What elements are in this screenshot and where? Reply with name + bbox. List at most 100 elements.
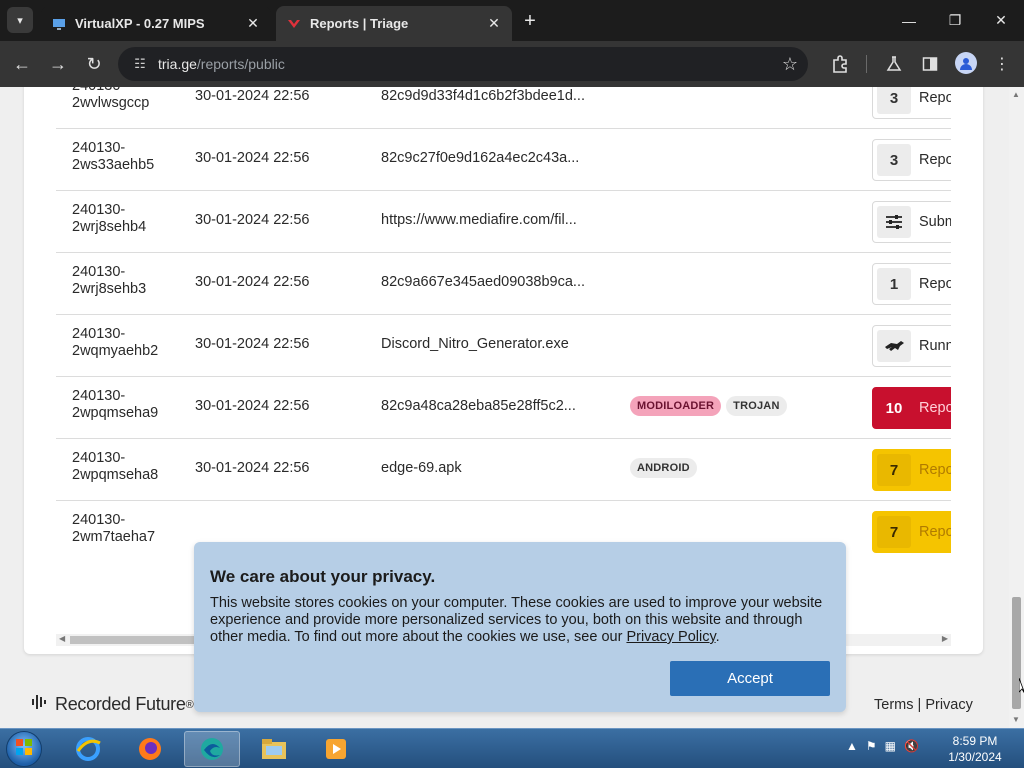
table-row[interactable]: 240130-2wvlwsgccp 30-01-2024 22:56 82c9d… — [56, 87, 951, 129]
prev-page-arrow-icon[interactable]: ← — [888, 649, 908, 654]
tab-search-button[interactable]: ▾ — [7, 7, 33, 33]
privacy-link[interactable]: Privacy — [925, 697, 973, 713]
report-target[interactable]: 82c9c27f0e9d162a4ec2c43a... — [381, 150, 579, 166]
table-row[interactable]: 240130- 2wrj8sehb3 30-01-2024 22:56 82c9a… — [56, 253, 951, 315]
close-window-icon[interactable]: ✕ — [978, 0, 1024, 41]
tab-triage[interactable]: Reports | Triage ✕ — [276, 6, 512, 41]
url-text: tria.ge/reports/public — [158, 56, 285, 72]
media-player-icon[interactable] — [308, 731, 364, 767]
status-label: Repo — [919, 524, 951, 540]
recorded-future-logo[interactable]: Recorded Future ® — [31, 693, 194, 716]
status-button[interactable]: 1 Repo — [872, 263, 951, 305]
score-badge: 7 — [877, 516, 911, 548]
status-button[interactable]: 10 Repo — [872, 387, 951, 429]
cookie-heading: We care about your privacy. — [210, 567, 436, 586]
next-page-arrow-icon[interactable]: → — [926, 649, 946, 654]
tag-badge[interactable]: MODILOADER — [630, 396, 722, 416]
report-target[interactable]: 82c9a48ca28eba85e28ff5c2... — [381, 398, 576, 414]
toolbar-separator — [866, 55, 867, 73]
scroll-right-icon[interactable]: ▶ — [942, 634, 948, 643]
privacy-policy-link[interactable]: Privacy Policy — [626, 629, 715, 645]
status-label: Repo — [919, 462, 951, 478]
show-hidden-icons-icon[interactable]: ▲ — [846, 739, 858, 753]
report-target[interactable]: https://www.mediafire.com/fil... — [381, 212, 577, 228]
score-badge: 3 — [877, 87, 911, 114]
status-button[interactable]: 3 Repo — [872, 87, 951, 119]
status-button[interactable]: Subm — [872, 201, 951, 243]
windows-taskbar: ▲ ⚑ ▦ 🔇 8:59 PM 1/30/2024 — [0, 728, 1024, 768]
report-id[interactable]: 240130- 2wqmyaehb2 — [72, 326, 182, 360]
taskbar-clock[interactable]: 8:59 PM 1/30/2024 — [940, 733, 1010, 765]
report-id[interactable]: 240130- 2wrj8sehb4 — [72, 202, 182, 236]
tag-badge[interactable]: ANDROID — [630, 458, 697, 478]
report-id[interactable]: 240130-2wvlwsgccp — [72, 87, 182, 112]
logo-bars-icon — [31, 693, 51, 716]
report-target[interactable]: 82c9a667e345aed09038b9ca... — [381, 274, 585, 290]
scroll-left-icon[interactable]: ◀ — [59, 634, 65, 643]
forward-arrow-icon[interactable]: → — [44, 50, 72, 78]
tag-badge[interactable]: TROJAN — [726, 396, 787, 416]
start-button[interactable] — [6, 731, 42, 767]
status-button[interactable]: 7 Repo — [872, 511, 951, 553]
reload-icon[interactable]: ↻ — [80, 50, 108, 78]
browser-toolbar: ← → ↻ ☷ tria.ge/reports/public ☆ ⋮ — [0, 41, 1024, 87]
site-info-icon[interactable]: ☷ — [130, 54, 150, 74]
back-arrow-icon[interactable]: ← — [8, 50, 36, 78]
browser-tab-strip: ▾ VirtualXP - 0.27 MIPS ✕ Reports | Tria… — [0, 0, 1024, 41]
report-id[interactable]: 240130- 2wpqmseha8 — [72, 450, 182, 484]
status-button[interactable]: Runn — [872, 325, 951, 367]
side-panel-icon[interactable] — [918, 52, 942, 76]
close-icon[interactable]: ✕ — [245, 15, 261, 32]
labs-flask-icon[interactable] — [882, 52, 906, 76]
report-id[interactable]: 240130- 2wm7taeha7 — [72, 512, 182, 546]
plus-icon: + — [524, 9, 536, 32]
table-row[interactable]: 240130- 2ws33aehb5 30-01-2024 22:56 82c9c… — [56, 129, 951, 191]
report-target[interactable]: edge-69.apk — [381, 460, 462, 476]
more-menu-icon[interactable]: ⋮ — [990, 52, 1014, 76]
report-target[interactable]: Discord_Nitro_Generator.exe — [381, 336, 569, 352]
restore-icon[interactable]: ❐ — [932, 0, 978, 41]
close-icon[interactable]: ✕ — [486, 15, 502, 32]
volume-muted-icon[interactable]: 🔇 — [904, 739, 919, 753]
extensions-puzzle-icon[interactable] — [828, 52, 852, 76]
report-target[interactable]: 82c9d9d33f4d1c6b2f3bdee1d... — [381, 88, 585, 104]
status-button[interactable]: 7 Repo — [872, 449, 951, 491]
minimize-icon[interactable]: — — [886, 0, 932, 41]
scroll-down-icon[interactable]: ▼ — [1012, 715, 1020, 724]
bookmark-star-icon[interactable]: ☆ — [782, 54, 798, 75]
network-icon[interactable]: ▦ — [885, 739, 896, 753]
status-label: Subm — [919, 214, 951, 230]
status-label: Repo — [919, 400, 951, 416]
internet-explorer-icon[interactable] — [60, 731, 116, 767]
running-animal-icon — [877, 330, 911, 362]
monitor-favicon-icon — [51, 16, 67, 32]
status-button[interactable]: 3 Repo — [872, 139, 951, 181]
table-row[interactable]: 240130- 2wpqmseha8 30-01-2024 22:56 edge-… — [56, 439, 951, 501]
report-id[interactable]: 240130- 2wpqmseha9 — [72, 388, 182, 422]
report-date: 30-01-2024 22:56 — [195, 460, 310, 476]
action-center-flag-icon[interactable]: ⚑ — [866, 739, 877, 753]
scroll-up-icon[interactable]: ▲ — [1012, 90, 1020, 99]
table-row[interactable]: 240130- 2wrj8sehb4 30-01-2024 22:56 https… — [56, 191, 951, 253]
mouse-cursor-icon — [1018, 677, 1024, 694]
accept-cookies-button[interactable]: Accept — [670, 661, 830, 696]
profile-avatar-icon[interactable] — [955, 52, 977, 74]
file-explorer-icon[interactable] — [246, 731, 302, 767]
address-bar[interactable]: ☷ tria.ge/reports/public ☆ — [118, 47, 808, 81]
tag-list: MODILOADER TROJAN — [630, 396, 787, 416]
sliders-icon — [877, 206, 911, 238]
table-row[interactable]: 240130- 2wqmyaehb2 30-01-2024 22:56 Disco… — [56, 315, 951, 377]
vertical-scrollbar[interactable]: ▲ ▼ — [1009, 87, 1024, 728]
score-badge: 1 — [877, 268, 911, 300]
terms-link[interactable]: Terms — [874, 697, 913, 713]
tab-virtualxp[interactable]: VirtualXP - 0.27 MIPS ✕ — [41, 6, 271, 41]
firefox-icon[interactable] — [122, 731, 178, 767]
report-id[interactable]: 240130- 2ws33aehb5 — [72, 140, 182, 174]
status-label: Repo — [919, 90, 951, 106]
edge-browser-icon[interactable] — [184, 731, 240, 767]
new-tab-button[interactable]: + — [518, 9, 542, 33]
report-date: 30-01-2024 22:56 — [195, 212, 310, 228]
tab-title: VirtualXP - 0.27 MIPS — [75, 16, 205, 31]
report-id[interactable]: 240130- 2wrj8sehb3 — [72, 264, 182, 298]
table-row[interactable]: 240130- 2wpqmseha9 30-01-2024 22:56 82c9a… — [56, 377, 951, 439]
